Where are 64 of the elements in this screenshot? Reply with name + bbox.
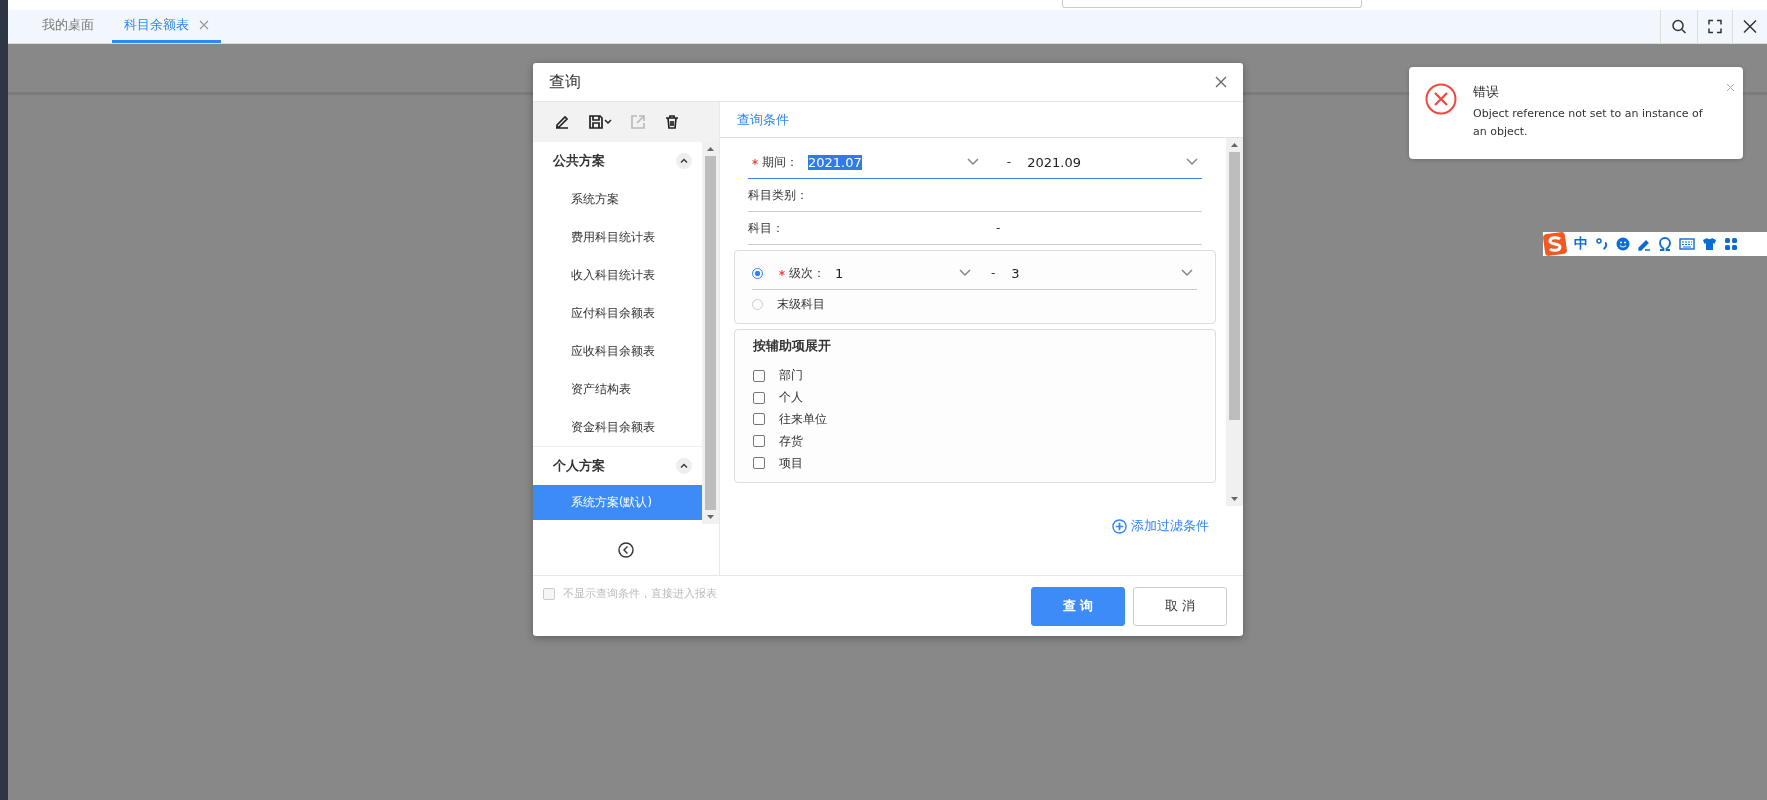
section-tab[interactable]: 查询条件	[737, 110, 789, 129]
collapse-icon[interactable]	[676, 458, 692, 474]
apps-icon[interactable]	[1724, 237, 1738, 251]
delete-icon[interactable]	[663, 113, 681, 131]
chevron-down-icon[interactable]	[966, 158, 979, 166]
checkbox[interactable]	[753, 391, 765, 404]
scheme-item[interactable]: 应付科目余额表	[533, 294, 702, 332]
option-label: 末级科目	[777, 295, 825, 313]
search-field[interactable]	[1062, 0, 1362, 8]
toast-message: Object reference not set to an instance of an object.	[1473, 106, 1704, 140]
scheme-item[interactable]: 收入科目统计表	[533, 256, 702, 294]
input-mode-toggle[interactable]: 中	[1574, 235, 1588, 253]
checkbox-label: 部门	[779, 367, 803, 385]
level-end-select[interactable]: 3	[1011, 265, 1197, 281]
keyboard-icon[interactable]	[1679, 238, 1695, 250]
filter-field[interactable]: 科目： -	[748, 212, 1202, 245]
save-icon[interactable]	[587, 113, 613, 131]
close-icon[interactable]	[1215, 76, 1227, 88]
checkbox-label: 往来单位	[779, 411, 827, 428]
dialog-title: 查询	[549, 71, 581, 93]
range-separator: -	[991, 266, 996, 280]
group-title: 公共方案	[553, 152, 605, 170]
add-icon[interactable]	[1112, 519, 1127, 534]
range-separator: -	[1006, 155, 1012, 169]
collapse-icon[interactable]	[676, 153, 692, 169]
error-icon	[1425, 83, 1457, 115]
collapse-panel-icon[interactable]	[618, 541, 634, 558]
ime-logo-icon[interactable]	[1543, 232, 1567, 256]
punctuation-icon[interactable]	[1595, 237, 1609, 251]
period-start-select[interactable]: 2021.07	[808, 154, 983, 170]
level-start-select[interactable]: 1	[835, 265, 975, 281]
chevron-down-icon[interactable]	[959, 269, 971, 277]
radio-button[interactable]	[752, 267, 763, 279]
checkbox[interactable]	[753, 457, 765, 470]
scheme-item[interactable]: 资产结构表	[533, 370, 702, 408]
scheme-item[interactable]: 系统方案	[533, 180, 702, 218]
checkbox-label: 不显示查询条件，直接进入报表	[563, 586, 717, 601]
checkbox[interactable]	[753, 413, 765, 426]
group-title: 个人方案	[553, 457, 605, 475]
filter-field[interactable]: 科目类别：	[748, 179, 1202, 212]
checkbox[interactable]	[753, 435, 765, 448]
toast-title: 错误	[1473, 83, 1500, 101]
emoji-icon[interactable]	[1616, 237, 1630, 251]
checkbox-label: 个人	[779, 389, 803, 407]
checkbox-label: 存货	[779, 432, 803, 450]
chevron-down-icon[interactable]	[1181, 269, 1193, 277]
add-filter-link[interactable]: 添加过滤条件	[1131, 518, 1209, 535]
scrollbar[interactable]	[702, 142, 719, 524]
scheme-item[interactable]: 费用科目统计表	[533, 218, 702, 256]
cancel-button[interactable]: 取 消	[1133, 586, 1227, 626]
field-label: 级次：	[789, 264, 825, 282]
page-tab[interactable]: 我的桌面	[30, 10, 106, 43]
checkbox[interactable]	[753, 369, 765, 382]
checkbox-label: 项目	[779, 454, 803, 472]
period-end-select[interactable]: 2021.09	[1027, 154, 1202, 170]
scrollbar[interactable]	[1226, 138, 1243, 506]
scheme-item[interactable]: 资金科目余额表	[533, 408, 702, 446]
shirt-icon[interactable]	[1702, 237, 1717, 251]
omega-icon[interactable]	[1658, 237, 1672, 251]
scheme-item[interactable]: 应收科目余额表	[533, 332, 702, 370]
field-label: 期间：	[762, 153, 798, 171]
chevron-down-icon[interactable]	[1186, 158, 1198, 166]
edit-icon[interactable]	[553, 113, 571, 131]
section-title: 按辅助项展开	[753, 338, 832, 355]
